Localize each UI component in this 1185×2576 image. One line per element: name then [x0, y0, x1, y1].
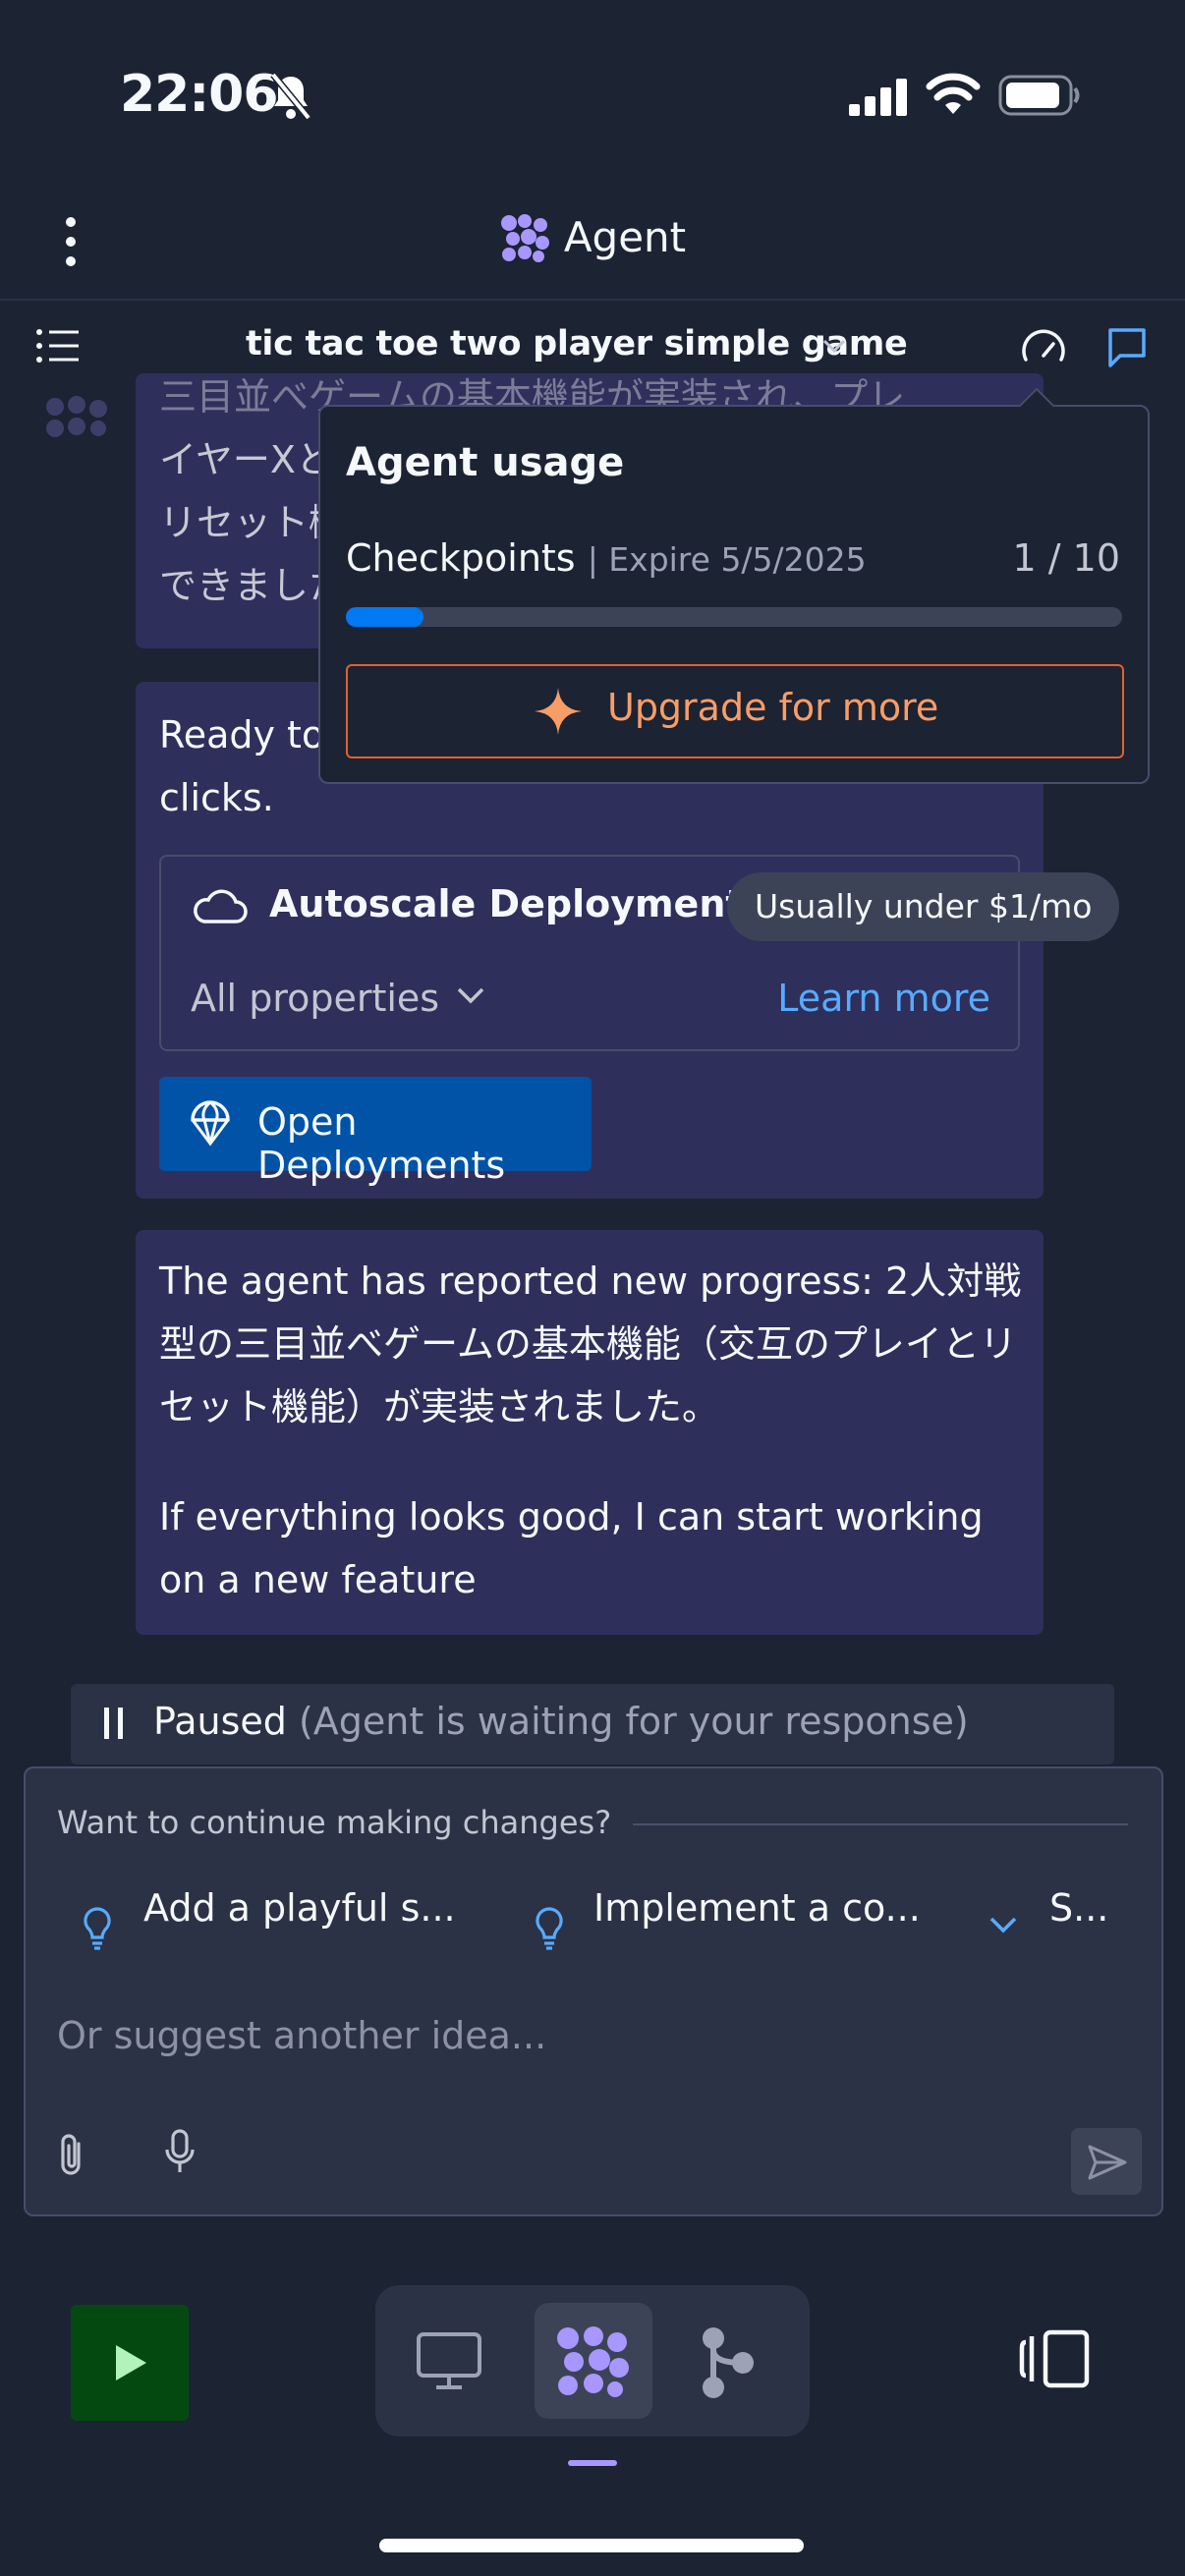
paused-detail: (Agent is waiting for your response)	[298, 1700, 969, 1743]
agent-logo-icon	[500, 213, 549, 262]
open-deployments-label: Open Deployments	[257, 1100, 506, 1187]
chevron-down-icon[interactable]	[988, 1916, 1018, 1935]
conversation-title[interactable]: tic tac toe two player simple game	[246, 324, 908, 364]
paused-label: Paused	[153, 1700, 287, 1743]
run-button[interactable]	[71, 2305, 189, 2421]
lightbulb-icon	[536, 1907, 563, 1950]
checkpoints-expire: | Expire 5/5/2025	[587, 540, 867, 579]
deploy-card: Autoscale Deployment Usually under $1/mo…	[159, 855, 1120, 1051]
continue-label: Want to continue making changes?	[57, 1804, 612, 1841]
agent-usage-popover: Agent usage Checkpoints | Expire 5/5/202…	[318, 387, 1150, 784]
bell-muted-icon	[270, 72, 311, 121]
send-icon	[1088, 2145, 1127, 2180]
continue-divider	[633, 1823, 1128, 1825]
pause-icon	[104, 1708, 123, 1739]
lightbulb-icon	[84, 1907, 111, 1950]
git-branch-icon[interactable]	[700, 2326, 757, 2399]
header-title-group: Agent	[0, 210, 1185, 262]
checkpoints-label: Checkpoints | Expire 5/5/2025	[346, 536, 867, 580]
bottom-nav-group	[375, 2285, 810, 2436]
paused-text: Paused (Agent is waiting for your respon…	[153, 1700, 969, 1743]
chevron-down-icon[interactable]	[821, 338, 847, 354]
progress-followup-text: If everything looks good, I can start wo…	[159, 1495, 984, 1601]
sparkle-icon	[535, 688, 582, 735]
chat-icon[interactable]	[1106, 326, 1148, 367]
progress-message-text: The agent has reported new progress: 2人対…	[159, 1260, 1022, 1428]
upgrade-label: Upgrade for more	[607, 686, 939, 729]
cloud-icon	[194, 889, 248, 924]
agent-avatar-icon	[46, 396, 107, 437]
open-deployments-button[interactable]: Open Deployments	[159, 1077, 592, 1187]
idea-input[interactable]	[57, 2014, 1040, 2057]
suggestion-chip[interactable]: S...	[1049, 1886, 1108, 1930]
deploy-parachute-icon	[191, 1100, 230, 1147]
suggestion-chip[interactable]: Add a playful s...	[143, 1886, 456, 1930]
status-time: 22:06	[120, 65, 279, 124]
active-tab-indicator	[568, 2460, 617, 2466]
usage-progress-track	[346, 607, 1122, 627]
battery-icon	[998, 75, 1080, 116]
cellular-signal-icon	[849, 79, 907, 116]
agent-tab[interactable]	[535, 2303, 652, 2419]
list-icon[interactable]	[35, 328, 81, 364]
checkpoints-count: 1 / 10	[1012, 536, 1121, 580]
progress-message-bubble: The agent has reported new progress: 2人対…	[136, 1230, 1044, 1635]
suggestion-chip[interactable]: Implement a co...	[593, 1886, 921, 1930]
learn-more-link[interactable]: Learn more	[777, 977, 990, 1020]
usage-progress-fill	[346, 607, 423, 627]
checkpoints-text: Checkpoints	[346, 536, 576, 580]
monitor-icon[interactable]	[415, 2328, 483, 2393]
paperclip-icon[interactable]	[57, 2132, 86, 2177]
send-button[interactable]	[1071, 2128, 1142, 2195]
price-badge: Usually under $1/mo	[727, 872, 1120, 941]
agent-logo-icon	[557, 2326, 629, 2397]
all-properties-toggle[interactable]: All properties	[191, 977, 439, 1020]
chevron-down-icon[interactable]	[456, 986, 485, 1004]
usage-title: Agent usage	[346, 440, 625, 485]
header-divider	[0, 299, 1185, 301]
microphone-icon[interactable]	[163, 2128, 197, 2175]
upgrade-button[interactable]: Upgrade for more	[346, 664, 1124, 758]
usage-gauge-icon[interactable]	[1020, 328, 1067, 365]
paused-status-bar: Paused (Agent is waiting for your respon…	[71, 1684, 1114, 1764]
header-title: Agent	[563, 213, 687, 261]
wifi-icon	[926, 73, 981, 114]
home-indicator	[379, 2539, 804, 2552]
message-composer: Want to continue making changes? Add a p…	[24, 1766, 1163, 2216]
sidebar-toggle-icon[interactable]	[1018, 2328, 1091, 2389]
deploy-card-title: Autoscale Deployment	[269, 882, 744, 925]
play-icon	[116, 2345, 146, 2380]
